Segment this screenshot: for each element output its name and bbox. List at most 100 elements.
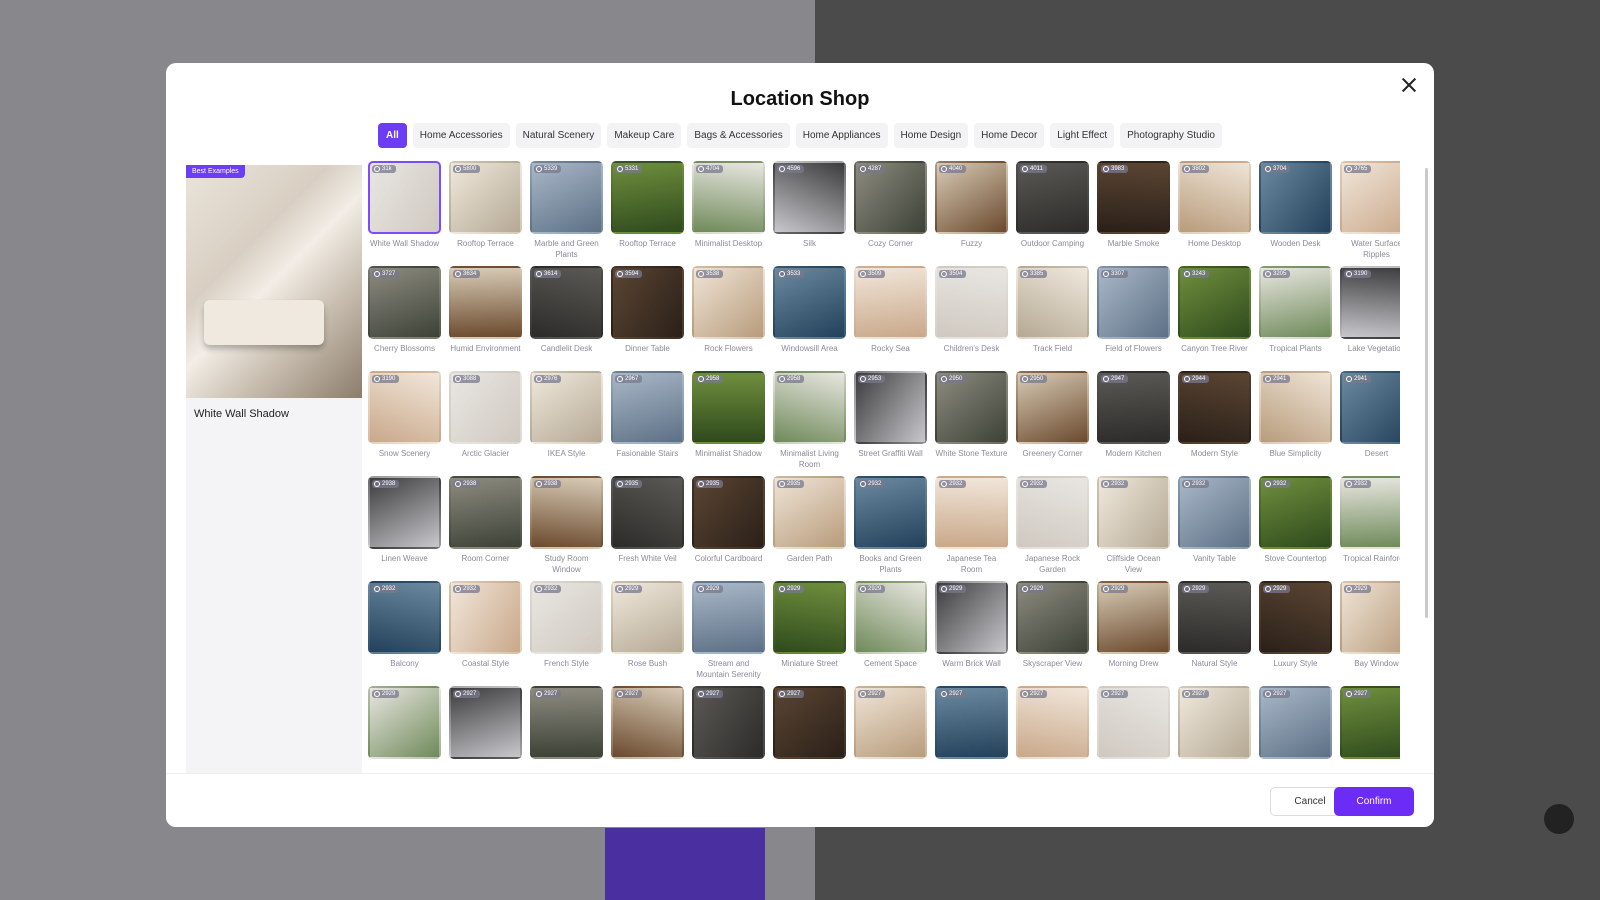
location-item[interactable]: 2927 — [449, 686, 522, 763]
location-item[interactable]: 2932 Cliffside Ocean View — [1097, 476, 1170, 575]
location-item[interactable]: 3190 Snow Scenery — [368, 371, 441, 470]
location-item[interactable]: 2927 — [611, 686, 684, 763]
location-item[interactable]: 2932 Books and Green Plants — [854, 476, 927, 575]
location-item[interactable]: 2941 Desert — [1340, 371, 1400, 470]
location-item[interactable]: 2927 — [1259, 686, 1332, 763]
location-item[interactable]: 2927 — [1340, 686, 1400, 763]
tab-all[interactable]: All — [378, 123, 407, 148]
location-item[interactable]: 2932 French Style — [530, 581, 603, 680]
location-item[interactable]: 2958 Minimalist Living Room — [773, 371, 846, 470]
location-item[interactable]: 2941 Blue Simplicity — [1259, 371, 1332, 470]
location-item[interactable]: 2932 Japanese Tea Room — [935, 476, 1008, 575]
location-item[interactable]: 3704 Wooden Desk — [1259, 161, 1332, 260]
location-name: Rocky Sea — [871, 344, 910, 353]
location-item[interactable]: 2927 — [1016, 686, 1089, 763]
location-item[interactable]: 3504 Children's Desk — [935, 266, 1008, 365]
usage-icon — [698, 691, 704, 697]
scrollbar[interactable] — [1425, 168, 1428, 618]
tab-home-decor[interactable]: Home Decor — [974, 123, 1045, 148]
location-item[interactable]: 2929 Rose Bush — [611, 581, 684, 680]
location-item[interactable]: 2927 — [1178, 686, 1251, 763]
location-item[interactable]: 2929 Miniature Street — [773, 581, 846, 680]
location-item[interactable]: 5339 Marble and Green Plants — [530, 161, 603, 260]
location-item[interactable]: 2935 Colorful Cardboard — [692, 476, 765, 575]
location-item[interactable]: 3190 Lake Vegetation — [1340, 266, 1400, 365]
location-item[interactable]: 3765 Water Surface Ripples — [1340, 161, 1400, 260]
tab-home-design[interactable]: Home Design — [893, 123, 969, 148]
location-item[interactable]: 3983 Marble Smoke — [1097, 161, 1170, 260]
location-item[interactable]: 3243 Canyon Tree River — [1178, 266, 1251, 365]
tab-makeup-care[interactable]: Makeup Care — [607, 123, 682, 148]
tab-bags-accessories[interactable]: Bags & Accessories — [687, 123, 790, 148]
location-item[interactable]: 2950 White Stone Texture — [935, 371, 1008, 470]
location-item[interactable]: 5331 Rooftop Terrace — [611, 161, 684, 260]
help-button[interactable] — [1544, 804, 1574, 834]
location-item[interactable]: 2932 Balcony — [368, 581, 441, 680]
location-item[interactable]: 2932 Coastal Style — [449, 581, 522, 680]
location-item[interactable]: 2929 Skyscraper View — [1016, 581, 1089, 680]
location-item[interactable]: 4704 Minimalist Desktop — [692, 161, 765, 260]
location-item[interactable]: 2938 Room Corner — [449, 476, 522, 575]
location-thumbnail: 2929 — [854, 581, 927, 654]
location-item[interactable]: 31k White Wall Shadow — [368, 161, 441, 260]
location-item[interactable]: 3307 Field of Flowers — [1097, 266, 1170, 365]
tab-natural-scenery[interactable]: Natural Scenery — [515, 123, 602, 148]
location-item[interactable]: 3509 Rocky Sea — [854, 266, 927, 365]
location-item[interactable]: 2927 — [773, 686, 846, 763]
location-item[interactable]: 2950 Greenery Corner — [1016, 371, 1089, 470]
tab-home-appliances[interactable]: Home Appliances — [795, 123, 888, 148]
location-item[interactable]: 3727 Cherry Blossoms — [368, 266, 441, 365]
location-item[interactable]: 2947 Modern Kitchen — [1097, 371, 1170, 470]
location-item[interactable]: 3614 Candlelit Desk — [530, 266, 603, 365]
location-item[interactable]: 2929 Luxury Style — [1259, 581, 1332, 680]
tab-home-accessories[interactable]: Home Accessories — [412, 123, 510, 148]
location-item[interactable]: 2938 Linen Weave — [368, 476, 441, 575]
location-item[interactable]: 4011 Outdoor Camping — [1016, 161, 1089, 260]
location-item[interactable]: 3088 Arctic Glacier — [449, 371, 522, 470]
location-item[interactable]: 3802 Home Desktop — [1178, 161, 1251, 260]
location-item[interactable]: 2929 Natural Style — [1178, 581, 1251, 680]
location-item[interactable]: 3594 Dinner Table — [611, 266, 684, 365]
location-item[interactable]: 2944 Modern Style — [1178, 371, 1251, 470]
location-item[interactable]: 2927 — [935, 686, 1008, 763]
tab-photography-studio[interactable]: Photography Studio — [1120, 123, 1222, 148]
location-item[interactable]: 2938 Study Room Window — [530, 476, 603, 575]
location-item[interactable]: 3634 Humid Environment — [449, 266, 522, 365]
location-item[interactable]: 5800 Rooftop Terrace — [449, 161, 522, 260]
location-item[interactable]: 2929 — [368, 686, 441, 763]
location-item[interactable]: 3533 Windowsill Area — [773, 266, 846, 365]
location-item[interactable]: 4596 Silk — [773, 161, 846, 260]
location-thumbnail: 2932 — [368, 581, 441, 654]
location-item[interactable]: 2927 — [1097, 686, 1170, 763]
location-item[interactable]: 2929 Bay Window — [1340, 581, 1400, 680]
location-item[interactable]: 2927 — [692, 686, 765, 763]
location-item[interactable]: 2976 IKEA Style — [530, 371, 603, 470]
sofa-image-detail — [204, 300, 324, 345]
location-item[interactable]: 3205 Tropical Plants — [1259, 266, 1332, 365]
location-item[interactable]: 2929 Cement Space — [854, 581, 927, 680]
location-item[interactable]: 2932 Tropical Rainforest — [1340, 476, 1400, 575]
location-item[interactable]: 2929 Warm Brick Wall — [935, 581, 1008, 680]
location-item[interactable]: 2932 Vanity Table — [1178, 476, 1251, 575]
location-item[interactable]: 2953 Street Graffiti Wall — [854, 371, 927, 470]
location-item[interactable]: 2927 — [530, 686, 603, 763]
location-item[interactable]: 2935 Garden Path — [773, 476, 846, 575]
location-item[interactable]: 3385 Track Field — [1016, 266, 1089, 365]
location-item[interactable]: 2967 Fasionable Stairs — [611, 371, 684, 470]
confirm-button[interactable]: Confirm — [1334, 787, 1414, 816]
location-thumbnail: 2950 — [935, 371, 1008, 444]
location-item[interactable]: 2929 Morning Drew — [1097, 581, 1170, 680]
usage-count-badge: 3802 — [1182, 165, 1210, 173]
tab-light-effect[interactable]: Light Effect — [1050, 123, 1115, 148]
location-item[interactable]: 2932 Stove Countertop — [1259, 476, 1332, 575]
close-icon[interactable] — [1398, 75, 1420, 97]
location-item[interactable]: 4287 Cozy Corner — [854, 161, 927, 260]
location-item[interactable]: 2929 Stream and Mountain Serenity — [692, 581, 765, 680]
location-item[interactable]: 2932 Japanese Rock Garden — [1016, 476, 1089, 575]
location-item[interactable]: 2935 Fresh White Veil — [611, 476, 684, 575]
location-item[interactable]: 3538 Rock Flowers — [692, 266, 765, 365]
location-item[interactable]: 4040 Fuzzy — [935, 161, 1008, 260]
location-item[interactable]: 2958 Minimalist Shadow — [692, 371, 765, 470]
location-name: Dinner Table — [625, 344, 670, 353]
location-item[interactable]: 2927 — [854, 686, 927, 763]
